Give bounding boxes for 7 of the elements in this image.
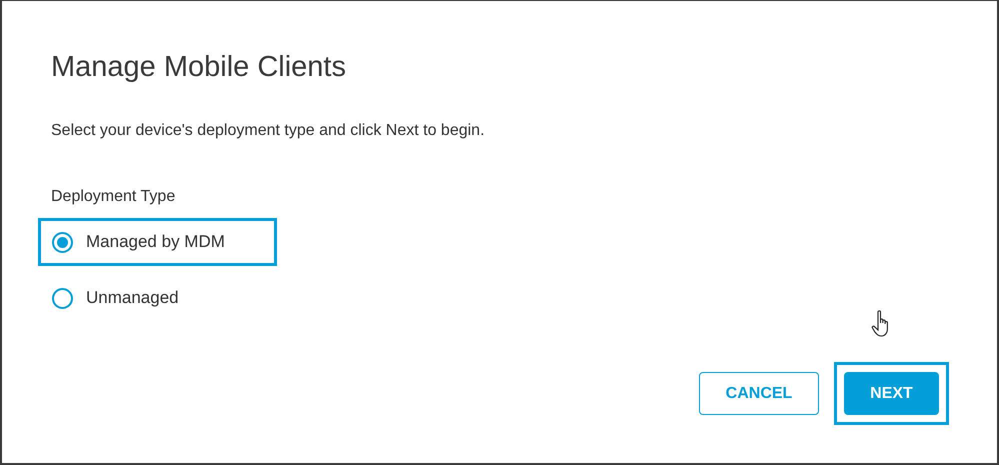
- dialog-title: Manage Mobile Clients: [51, 51, 347, 84]
- radio-option[interactable]: Unmanaged: [38, 274, 277, 322]
- radio-button[interactable]: [52, 288, 73, 308]
- radio-option[interactable]: Managed by MDM: [38, 218, 277, 266]
- deployment-type-label: Deployment Type: [51, 188, 176, 206]
- instruction-text: Select your device's deployment type and click Next to begin.: [51, 122, 486, 140]
- radio-button[interactable]: [52, 232, 73, 252]
